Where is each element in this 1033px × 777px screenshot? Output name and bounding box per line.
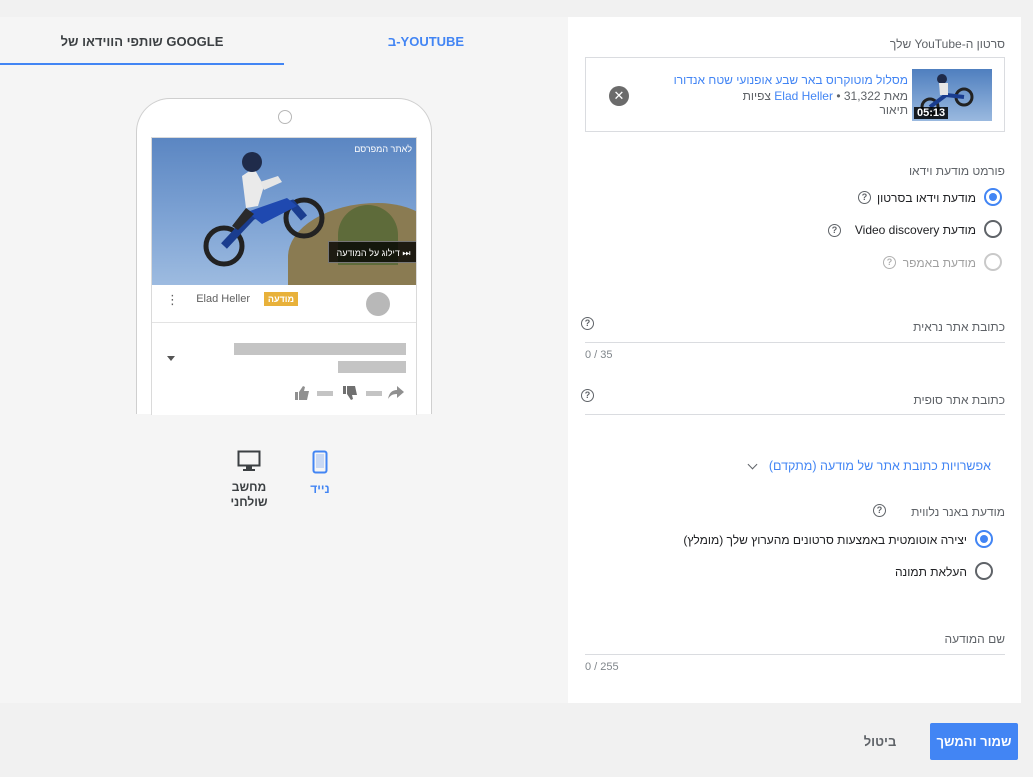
format-in-stream-label[interactable]: מודעת וידאו בסרטון	[877, 191, 976, 205]
format-in-stream-help-icon[interactable]: ?	[858, 191, 871, 204]
channel-avatar	[366, 292, 390, 316]
companion-banner-help-icon[interactable]: ?	[873, 504, 886, 517]
video-thumbnail[interactable]: 05:13	[912, 69, 992, 121]
final-url-underline	[585, 414, 1005, 415]
placeholder-title-bar	[234, 343, 406, 355]
skip-ad-button[interactable]: דילוג על המודעה ⏭	[328, 241, 416, 263]
display-url-help-icon[interactable]: ?	[581, 317, 594, 330]
save-and-continue-button[interactable]: שמור והמשך	[930, 723, 1018, 760]
format-bumper-label: מודעת באמפר	[902, 256, 976, 270]
thumbs-down-icon	[343, 386, 357, 400]
more-vert-icon[interactable]: ⋮	[166, 292, 179, 308]
like-count-bar	[317, 391, 333, 396]
ad-badge: מודעה	[263, 292, 298, 306]
display-url-counter: 0 / 35	[585, 349, 613, 361]
ad-name-input[interactable]: שם המודעה	[945, 632, 1005, 646]
motocross-rider-image	[203, 152, 325, 267]
device-mobile-label: נייד	[310, 482, 330, 496]
video-info-row: מודעה Elad Heller ⋮	[152, 285, 416, 323]
selected-video-card: 05:13 מסלול מוטוקרוס באר שבע אופנועי שטח…	[585, 57, 1005, 132]
ad-preview-panel: שותפי הווידאו של GOOGLE ב-YOUTUBE לאתר ה	[0, 17, 568, 703]
format-bumper-help-icon: ?	[883, 256, 896, 269]
video-duration: 05:13	[914, 107, 949, 119]
phone-camera	[278, 110, 292, 124]
display-url-input[interactable]: כתובת אתר נראית	[913, 320, 1005, 334]
tab-youtube[interactable]: ב-YOUTUBE	[284, 17, 568, 65]
format-in-stream-radio[interactable]	[984, 188, 1002, 206]
preview-tabs: שותפי הווידאו של GOOGLE ב-YOUTUBE	[0, 17, 568, 65]
preview-channel-name: Elad Heller	[196, 293, 250, 305]
smartphone-icon	[312, 450, 328, 474]
remove-video-close-icon[interactable]: ✕	[609, 86, 629, 106]
video-meta-prefix: מאת	[883, 89, 908, 103]
dislike-count-bar	[366, 391, 382, 396]
companion-auto-label[interactable]: יצירה אוטומטית באמצעות סרטונים מהערוץ של…	[683, 533, 967, 547]
companion-banner-label: מודעת באנר נלווית	[911, 505, 1005, 519]
share-icon	[388, 386, 404, 399]
device-desktop-label: מחשב שולחני	[230, 480, 268, 509]
companion-upload-label[interactable]: העלאת תמונה	[895, 565, 967, 579]
ad-name-underline	[585, 654, 1005, 655]
advanced-url-options-toggle[interactable]: אפשרויות כתובת אתר של מודעה (מתקדם)	[747, 459, 991, 473]
format-section-label: פורמט מודעת וידאו	[908, 164, 1005, 178]
desktop-monitor-icon	[237, 450, 261, 471]
advertiser-link[interactable]: לאתר המפרסם	[354, 144, 412, 154]
video-channel-link[interactable]: Elad Heller	[774, 89, 833, 103]
video-description: תיאור	[879, 103, 908, 117]
ad-name-counter: 0 / 255	[585, 661, 619, 673]
video-title-link[interactable]: מסלול מוטוקרוס באר שבע אופנועי שטח אנדור…	[674, 73, 908, 87]
chevron-down-icon	[747, 459, 758, 470]
format-discovery-radio[interactable]	[984, 220, 1002, 238]
device-desktop-button[interactable]: מחשב שולחני	[219, 450, 279, 510]
advanced-url-options-label: אפשרויות כתובת אתר של מודעה (מתקדם)	[768, 459, 991, 473]
tab-google-video-partners[interactable]: שותפי הווידאו של GOOGLE	[0, 17, 284, 65]
format-discovery-help-icon[interactable]: ?	[828, 224, 841, 237]
phone-mockup: לאתר המפרסם דילוג על המודעה ⏭ מודעה Elad…	[136, 98, 432, 415]
video-meta: מאת Elad Heller • 31,322 צפיות	[743, 89, 908, 103]
format-bumper-radio	[984, 253, 1002, 271]
companion-auto-radio[interactable]	[975, 530, 993, 548]
format-discovery-label[interactable]: מודעת Video discovery	[855, 223, 976, 237]
expand-caret-icon[interactable]	[167, 356, 175, 361]
ad-form-panel: סרטון ה-YouTube שלך 05:13 מסלול מוטוקרוס…	[568, 17, 1021, 703]
placeholder-subtitle-bar	[338, 361, 406, 373]
phone-screen: לאתר המפרסם דילוג על המודעה ⏭ מודעה Elad…	[151, 137, 417, 415]
display-url-underline	[585, 342, 1005, 343]
final-url-help-icon[interactable]: ?	[581, 389, 594, 402]
final-url-input[interactable]: כתובת אתר סופית	[913, 393, 1005, 407]
video-player[interactable]: לאתר המפרסם דילוג על המודעה ⏭	[152, 138, 416, 285]
device-mobile-button[interactable]: נייד	[300, 450, 340, 497]
cancel-button[interactable]: ביטול	[848, 723, 912, 760]
companion-upload-radio[interactable]	[975, 562, 993, 580]
thumbs-up-icon	[295, 386, 309, 400]
video-section-label: סרטון ה-YouTube שלך	[889, 37, 1005, 51]
